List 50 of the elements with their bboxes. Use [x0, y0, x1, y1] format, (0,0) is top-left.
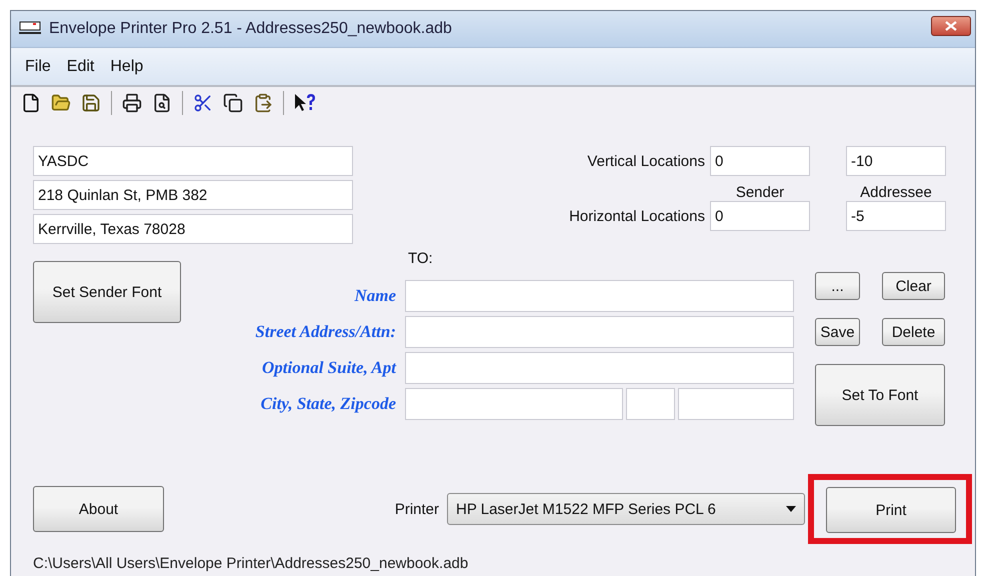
sender-address-field[interactable]: 218 Quinlan St, PMB 382 [33, 180, 353, 210]
address-field-label: Optional Suite, Apt [262, 358, 396, 378]
save-icon[interactable] [81, 93, 101, 113]
record-small-button[interactable]: Save [815, 318, 860, 346]
print-button[interactable]: Print [826, 487, 956, 533]
address-field-label: Street Address/Attn: [255, 322, 396, 342]
sender-horizontal-field[interactable]: 0 [710, 201, 810, 231]
menu-item[interactable]: Edit [58, 58, 102, 76]
close-icon [945, 21, 957, 31]
menu-item[interactable]: Help [102, 58, 152, 76]
state-field[interactable] [626, 388, 675, 420]
addressee-column-label: Addressee [860, 184, 932, 201]
set-sender-font-button[interactable]: Set Sender Font [33, 261, 181, 323]
folder-icon[interactable] [51, 93, 71, 113]
about-button[interactable]: About [33, 486, 164, 532]
window-title: Envelope Printer Pro 2.51 - Addresses250_newbook.adb [49, 20, 453, 38]
address-input-field[interactable] [405, 352, 794, 384]
caret-icon [786, 506, 796, 512]
paste-icon[interactable] [253, 93, 273, 113]
file-path-text: C:\Users\All Users\Envelope Printer\Addresses250_newbook.adb [33, 555, 470, 572]
city-field[interactable] [405, 388, 623, 420]
sender-vertical-field[interactable]: 0 [710, 146, 810, 176]
new-file-icon[interactable] [21, 93, 41, 113]
to-label: TO: [408, 250, 434, 266]
menu-item[interactable]: File [17, 58, 59, 76]
print-icon[interactable] [122, 93, 142, 113]
sender-column-label: Sender [736, 184, 784, 201]
help-pointer-icon[interactable] [294, 93, 316, 113]
addressee-vertical-field[interactable]: -10 [846, 146, 946, 176]
copy-icon[interactable] [223, 93, 243, 113]
address-field-label: Name [354, 286, 396, 306]
set-to-font-button[interactable]: Set To Font [815, 364, 945, 426]
horizontal-locations-label: Horizontal Locations [569, 208, 705, 224]
address-input-field[interactable] [405, 316, 794, 348]
addressee-horizontal-field[interactable]: -5 [846, 201, 946, 231]
record-button[interactable]: Clear [882, 272, 945, 300]
print-preview-icon[interactable] [152, 93, 172, 113]
vertical-locations-label: Vertical Locations [587, 152, 705, 170]
zipcode-field[interactable] [678, 388, 794, 420]
address-input-field[interactable] [405, 280, 794, 312]
close-button[interactable] [931, 16, 971, 36]
printer-label: Printer [394, 500, 439, 518]
record-small-button[interactable]: ... [815, 272, 860, 300]
address-field-label: City, State, Zipcode [260, 394, 396, 414]
printer-icon [19, 21, 41, 37]
sender-address-field[interactable]: YASDC [33, 146, 353, 176]
printer-dropdown[interactable]: HP LaserJet M1522 MFP Series PCL 6 [447, 493, 805, 525]
sender-address-field[interactable]: Kerrville, Texas 78028 [33, 214, 353, 244]
record-button[interactable]: Delete [882, 318, 945, 346]
cut-icon[interactable] [193, 93, 213, 113]
